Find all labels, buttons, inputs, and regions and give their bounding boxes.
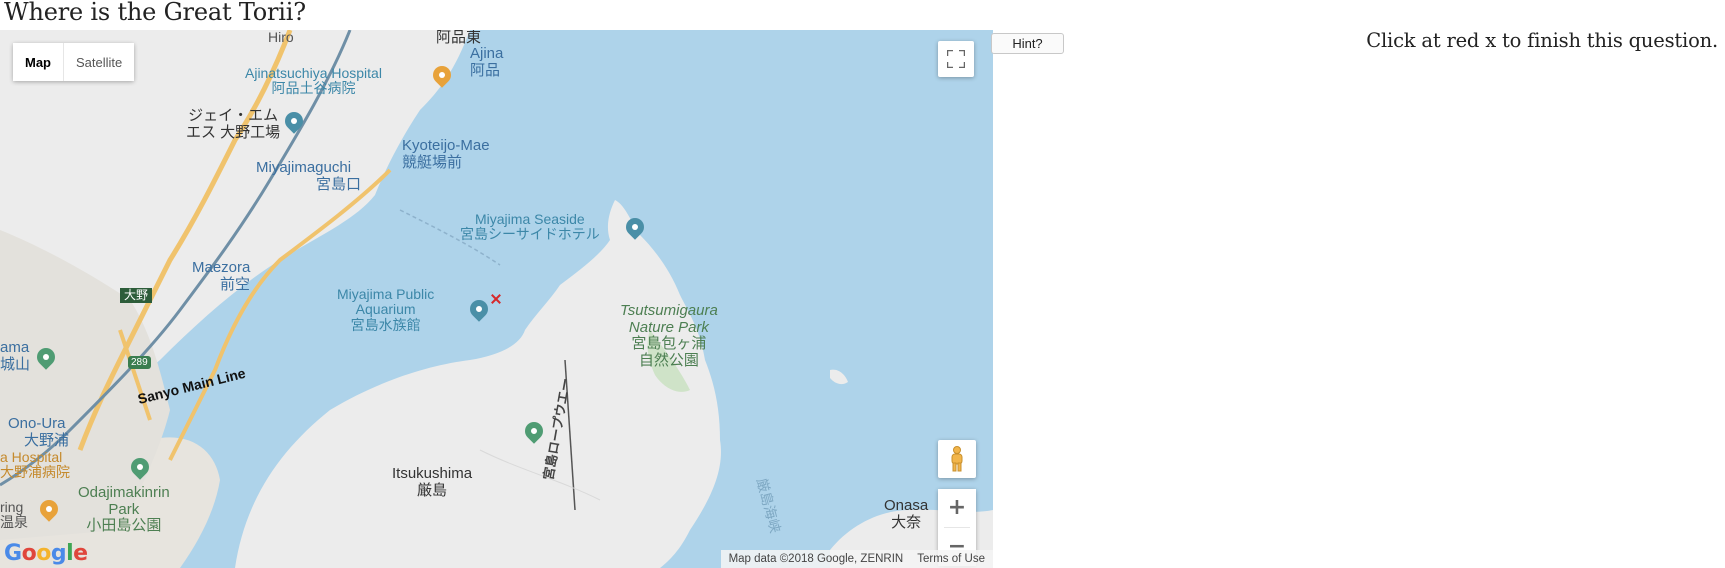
island	[235, 200, 721, 568]
street-view-pegman-button[interactable]	[938, 440, 976, 478]
label-odajima-park: Odajimakinrin Park 小田島公園	[78, 484, 170, 534]
map-type-satellite-button[interactable]: Satellite	[64, 43, 135, 81]
map-attribution: Map data ©2018 Google, ZENRIN Terms of U…	[720, 550, 993, 568]
route-289-shield: 289	[128, 356, 151, 369]
label-miyajimaguchi: Miyajimaguchi 宮島口	[256, 159, 362, 193]
label-ajinatsuchiya-hospital: Ajinatsuchiya Hospital 阿品土谷病院	[245, 65, 382, 97]
fullscreen-icon	[947, 50, 965, 68]
label-tsutsumigaura-park: Tsutsumigaura Nature Park 宮島包ヶ浦 自然公園	[620, 302, 718, 369]
ono-station-sign: 大野	[120, 288, 153, 304]
map-type-control: Map Satellite	[13, 43, 135, 81]
fullscreen-button[interactable]	[938, 41, 974, 77]
map-type-map-button[interactable]: Map	[13, 43, 64, 81]
label-kyoteijo-mae: Kyoteijo-Mae 競艇場前	[402, 137, 490, 171]
map-data-credit: Map data ©2018 Google, ZENRIN	[728, 553, 904, 565]
islet	[830, 369, 848, 385]
instruction-text: Click at red x to finish this question.	[1366, 29, 1718, 52]
label-onsen: ring 温泉	[0, 499, 28, 531]
zoom-in-button[interactable]: +	[938, 489, 976, 527]
label-hiroshima: Hiro	[268, 30, 294, 45]
label-ajina: Ajina 阿品	[470, 45, 504, 79]
map-view[interactable]: Hiro 阿品東 Ajina 阿品 Ajinatsuchiya Hospital…	[0, 30, 993, 568]
pegman-icon	[951, 446, 963, 472]
label-miyajima-seaside: Miyajima Seaside 宮島シーサイドホテル	[460, 211, 600, 243]
label-ono-ura: Ono-Ura 大野浦	[8, 415, 70, 449]
label-onasa: Onasa 大奈	[884, 497, 929, 531]
label-hospital: a Hospital 大野浦病院	[0, 449, 70, 481]
label-itsukushima: Itsukushima 厳島	[392, 465, 473, 499]
label-castle: ama 城山	[0, 339, 31, 373]
hint-button[interactable]: Hint?	[991, 33, 1064, 54]
terms-of-use-link[interactable]: Terms of Use	[917, 553, 985, 565]
red-x-marker-icon[interactable]	[490, 293, 502, 305]
label-miyajima-aquarium: Miyajima Public Aquarium 宮島水族館	[337, 286, 435, 333]
label-maezora: Maezora 前空	[192, 259, 251, 293]
label-jm-factory: ジェイ・エム エス 大野工場	[186, 107, 281, 141]
google-logo: Google	[4, 541, 88, 566]
question-title: Where is the Great Torii?	[4, 0, 306, 26]
